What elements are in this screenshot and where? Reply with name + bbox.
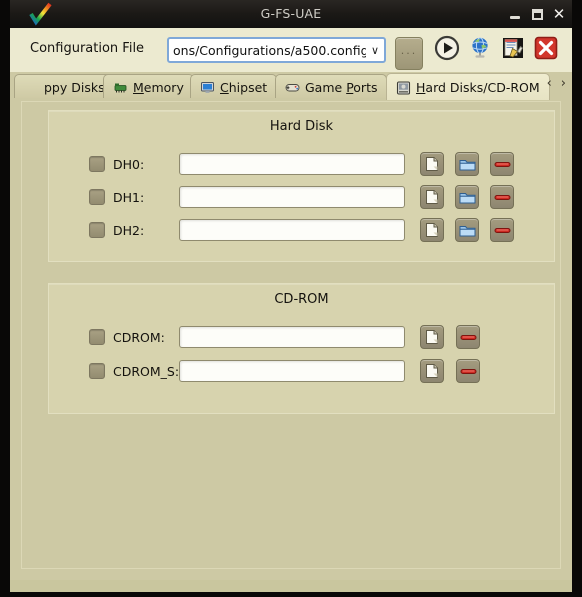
red-x-icon (533, 35, 559, 65)
monitor-icon (200, 81, 215, 94)
hard-disk-group-title: Hard Disk (269, 119, 334, 134)
eject-remove-icon (460, 333, 477, 342)
eject-remove-icon (460, 367, 477, 376)
browse-configuration-button[interactable]: ... (395, 37, 423, 70)
application-window: G-FS-UAE ✕ Configuration File ons/Config… (10, 0, 572, 592)
quit-button[interactable] (532, 36, 560, 64)
tab-memory[interactable]: Memory (103, 74, 194, 99)
tab-game-ports[interactable]: Game Ports (275, 74, 388, 99)
hard-disks-cdrom-panel: Hard Disk DH0: DH1: DH2: CD-ROM CDROM: C… (10, 98, 572, 580)
gamepad-icon (285, 81, 300, 94)
eject-remove-icon (494, 160, 511, 169)
dh0-label: DH0: (113, 156, 145, 172)
dh2-enable-checkbox[interactable] (89, 222, 105, 238)
chevron-down-icon: ∨ (370, 43, 380, 57)
cdrom-s-path-input[interactable] (179, 360, 405, 382)
cdrom-path-input[interactable] (179, 326, 405, 348)
toolbar: Configuration File ons/Configurations/a5… (10, 28, 572, 73)
tab-label: Game Ports (305, 79, 378, 95)
window-title: G-FS-UAE (260, 6, 322, 21)
eject-remove-icon (494, 193, 511, 202)
document-icon (424, 222, 440, 238)
memory-chip-icon (113, 81, 128, 94)
cdrom-s-add-file-button[interactable] (420, 359, 444, 383)
dh1-label: DH1: (113, 189, 145, 205)
cdrom-eject-button[interactable] (456, 325, 480, 349)
cdrom-label: CDROM: (113, 329, 165, 345)
play-circle-icon (434, 35, 460, 65)
dh2-label: DH2: (113, 222, 145, 238)
cdrom-group-title: CD-ROM (274, 292, 329, 307)
title-bar: G-FS-UAE ✕ (10, 0, 572, 28)
cdrom-s-eject-button[interactable] (456, 359, 480, 383)
tab-scroll-next-button[interactable]: › (560, 76, 567, 91)
start-button[interactable] (433, 35, 461, 65)
edit-configuration-button[interactable] (499, 36, 527, 64)
cdrom-s-enable-checkbox[interactable] (89, 363, 105, 379)
notepad-pencil-icon (501, 36, 525, 64)
tab-label: Chipset (220, 79, 268, 95)
window-controls: ✕ (506, 4, 568, 24)
configuration-file-label: Configuration File (30, 41, 145, 56)
cdrom-group: CD-ROM CDROM: CDROM_S: (48, 283, 555, 414)
tab-scroll-controls: ‹ › (546, 76, 567, 91)
dh2-path-input[interactable] (179, 219, 405, 241)
dh1-eject-button[interactable] (490, 185, 514, 209)
document-icon (424, 189, 440, 205)
hard-disk-row: DH2: (49, 217, 554, 243)
globe-icon (468, 36, 492, 64)
dh0-path-input[interactable] (179, 153, 405, 175)
tab-chipset[interactable]: Chipset (190, 74, 278, 99)
cdrom-row: CDROM: (49, 324, 554, 350)
dh0-add-directory-button[interactable] (455, 152, 479, 176)
folder-icon (459, 223, 476, 238)
dh0-add-file-button[interactable] (420, 152, 444, 176)
dh2-add-directory-button[interactable] (455, 218, 479, 242)
tab-scroll-prev-button[interactable]: ‹ (546, 76, 553, 91)
document-icon (424, 156, 440, 172)
dh1-add-directory-button[interactable] (455, 185, 479, 209)
cdrom-row: CDROM_S: (49, 358, 554, 384)
tab-label: Hard Disks/CD-ROM (416, 79, 540, 95)
dh2-add-file-button[interactable] (420, 218, 444, 242)
floppy-disk-icon (24, 81, 39, 94)
folder-icon (459, 190, 476, 205)
minimize-button[interactable] (506, 5, 524, 23)
tab-floppy-disks[interactable]: ppy Disks (14, 74, 115, 99)
cdrom-s-label: CDROM_S: (113, 363, 180, 379)
dh1-add-file-button[interactable] (420, 185, 444, 209)
eject-remove-icon (494, 226, 511, 235)
panel-inner-frame: Hard Disk DH0: DH1: DH2: CD-ROM CDROM: C… (21, 101, 561, 569)
dh1-path-input[interactable] (179, 186, 405, 208)
maximize-button[interactable] (528, 5, 546, 23)
configuration-file-combobox[interactable]: ons/Configurations/a500.config ∨ (167, 37, 386, 63)
close-button[interactable]: ✕ (550, 5, 568, 23)
document-icon (424, 329, 440, 345)
net-play-button[interactable] (466, 36, 494, 64)
dh0-enable-checkbox[interactable] (89, 156, 105, 172)
hard-disk-row: DH1: (49, 184, 554, 210)
cdrom-add-file-button[interactable] (420, 325, 444, 349)
tab-label: ppy Disks (44, 79, 105, 95)
hard-disk-icon (396, 80, 411, 95)
dh1-enable-checkbox[interactable] (89, 189, 105, 205)
dh2-eject-button[interactable] (490, 218, 514, 242)
hard-disk-group: Hard Disk DH0: DH1: DH2: (48, 110, 555, 262)
hard-disk-row: DH0: (49, 151, 554, 177)
configuration-file-value: ons/Configurations/a500.config (173, 42, 366, 58)
tab-label: Memory (133, 79, 184, 95)
cdrom-enable-checkbox[interactable] (89, 329, 105, 345)
tab-hard-disks-cdrom[interactable]: Hard Disks/CD-ROM (386, 73, 550, 100)
document-icon (424, 363, 440, 379)
folder-icon (459, 157, 476, 172)
tab-bar: ppy Disks Memory Chipset Game Ports Hard… (10, 72, 572, 100)
dh0-eject-button[interactable] (490, 152, 514, 176)
